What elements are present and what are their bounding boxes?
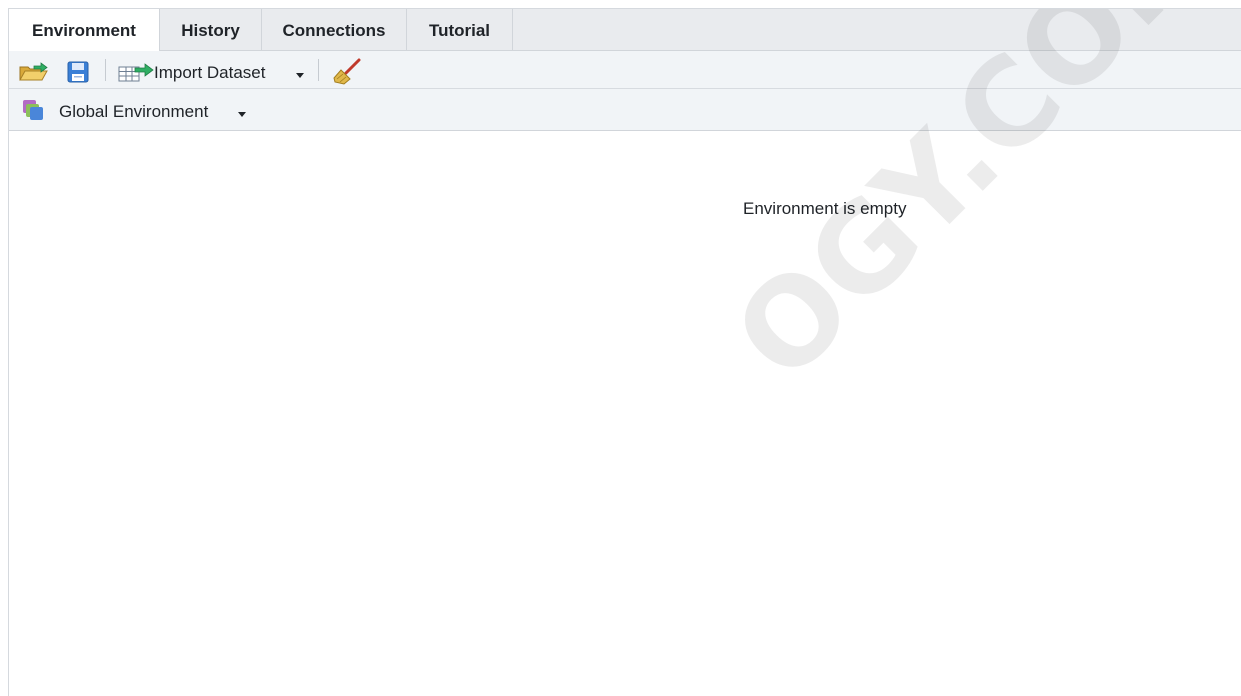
import-dataset-button[interactable]: Import Dataset [154, 63, 266, 83]
import-dataset-icon[interactable] [118, 61, 156, 83]
tab-environment[interactable]: Environment [9, 9, 160, 51]
save-icon[interactable] [67, 61, 89, 83]
global-environment-selector[interactable]: Global Environment [59, 102, 208, 122]
environment-stack-icon [22, 99, 44, 121]
toolbar-separator [105, 59, 106, 81]
broom-icon[interactable] [332, 58, 362, 86]
tab-tutorial[interactable]: Tutorial [407, 9, 513, 50]
toolbar-separator [318, 59, 319, 81]
environment-empty-message: Environment is empty [743, 199, 907, 218]
tab-connections[interactable]: Connections [262, 9, 407, 50]
folder-open-icon[interactable] [19, 60, 49, 82]
tab-bar: Environment History Connections Tutorial [9, 9, 1241, 51]
import-dataset-dropdown-icon[interactable] [296, 73, 304, 78]
tab-history[interactable]: History [160, 9, 262, 50]
environment-pane: Environment History Connections Tutorial [8, 8, 1241, 696]
environment-dropdown-icon[interactable] [238, 112, 246, 117]
